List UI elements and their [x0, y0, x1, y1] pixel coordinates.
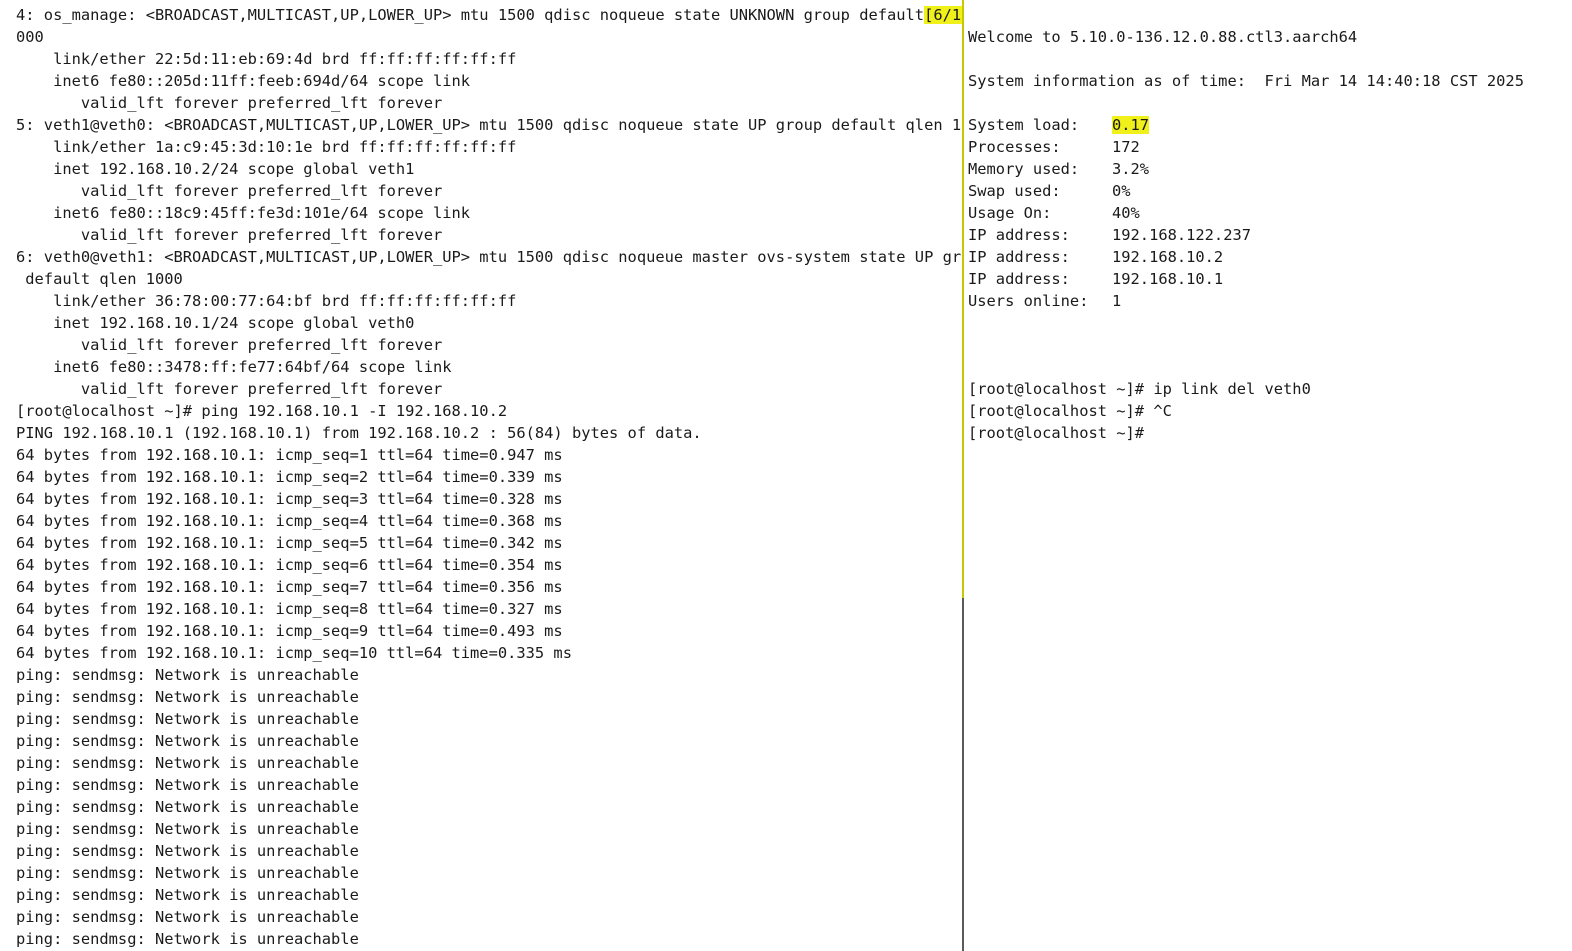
terminal-line: 64 bytes from 192.168.10.1: icmp_seq=2 t…: [16, 468, 563, 486]
blank-line: [968, 48, 1524, 70]
stat-value: 192.168.122.237: [1112, 226, 1251, 244]
terminal-line: 6: veth0@veth1: <BROADCAST,MULTICAST,UP,…: [16, 248, 962, 266]
terminal-line: 64 bytes from 192.168.10.1: icmp_seq=5 t…: [16, 534, 563, 552]
terminal-line: ping: sendmsg: Network is unreachable: [16, 732, 359, 750]
terminal-line: ping: sendmsg: Network is unreachable: [16, 710, 359, 728]
stat-value: 172: [1112, 138, 1140, 156]
terminal-line: valid_lft forever preferred_lft forever: [16, 380, 443, 398]
terminal-line: inet6 fe80::205d:11ff:feeb:694d/64 scope…: [16, 72, 471, 90]
system-info-time: System information as of time: Fri Mar 1…: [968, 72, 1524, 90]
terminal-line: ping: sendmsg: Network is unreachable: [16, 754, 359, 772]
stat-value: 40%: [1112, 204, 1140, 222]
command-line: [root@localhost ~]#: [968, 424, 1145, 442]
stat-row: IP address: 192.168.122.237: [968, 224, 1524, 246]
system-stats: System load: 0.17 Processes: 172 Memory used…: [968, 114, 1524, 312]
stat-value: 192.168.10.1: [1112, 270, 1224, 288]
command-history: [root@localhost ~]# ip link del veth0 [ro…: [968, 378, 1524, 444]
terminal-line: ping: sendmsg: Network is unreachable: [16, 886, 359, 904]
terminal-line: default qlen 1000: [16, 270, 183, 288]
left-terminal-output: 4: os_manage: <BROADCAST,MULTICAST,UP,LO…: [16, 4, 962, 950]
right-terminal-output: Welcome to 5.10.0-136.12.0.88.ctl3.aarch…: [968, 4, 1524, 444]
terminal-line: ping: sendmsg: Network is unreachable: [16, 908, 359, 926]
blank-line: [968, 356, 1524, 378]
stat-row: Processes: 172: [968, 136, 1524, 158]
terminal-line: 64 bytes from 192.168.10.1: icmp_seq=7 t…: [16, 578, 563, 596]
blank-line: [968, 4, 1524, 26]
blank-line: [968, 92, 1524, 114]
blank-line: [968, 334, 1524, 356]
terminal-line: inet 192.168.10.2/24 scope global veth1: [16, 160, 415, 178]
terminal-line: ping: sendmsg: Network is unreachable: [16, 864, 359, 882]
terminal-line: inet6 fe80::3478:ff:fe77:64bf/64 scope l…: [16, 358, 452, 376]
right-terminal-pane[interactable]: Welcome to 5.10.0-136.12.0.88.ctl3.aarch…: [965, 0, 1572, 951]
stat-label: Processes:: [968, 138, 1061, 156]
terminal-line: inet6 fe80::18c9:45ff:fe3d:101e/64 scope…: [16, 204, 471, 222]
command-line: [root@localhost ~]# ^C: [968, 402, 1172, 420]
stat-label: Usage On:: [968, 204, 1052, 222]
terminal-line: valid_lft forever preferred_lft forever: [16, 94, 443, 112]
stat-row: Users online: 1: [968, 290, 1524, 312]
terminal-line: PING 192.168.10.1 (192.168.10.1) from 19…: [16, 424, 702, 442]
stat-label: IP address:: [968, 270, 1070, 288]
pane-divider[interactable]: [962, 598, 964, 951]
terminal-line: inet 192.168.10.1/24 scope global veth0: [16, 314, 415, 332]
terminal-line: 64 bytes from 192.168.10.1: icmp_seq=10 …: [16, 644, 572, 662]
stat-row: IP address: 192.168.10.2: [968, 246, 1524, 268]
terminal-line: ping: sendmsg: Network is unreachable: [16, 666, 359, 684]
terminal-line: [root@localhost ~]# ping 192.168.10.1 -I…: [16, 402, 508, 420]
terminal-line: 4: os_manage: <BROADCAST,MULTICAST,UP,LO…: [16, 4, 962, 26]
stat-label: Users online:: [968, 292, 1089, 310]
command-line: [root@localhost ~]# ip link del veth0: [968, 380, 1311, 398]
terminal-line: ping: sendmsg: Network is unreachable: [16, 798, 359, 816]
stat-label: Memory used:: [968, 160, 1080, 178]
terminal-line: link/ether 1a:c9:45:3d:10:1e brd ff:ff:f…: [16, 138, 517, 156]
stat-label: IP address:: [968, 248, 1070, 266]
terminal-line: ping: sendmsg: Network is unreachable: [16, 930, 359, 948]
terminal-line: 64 bytes from 192.168.10.1: icmp_seq=1 t…: [16, 446, 563, 464]
stat-value: 0.17: [1112, 116, 1150, 134]
stat-value: 192.168.10.2: [1112, 248, 1224, 266]
stat-row: System load: 0.17: [968, 114, 1524, 136]
stat-row: Usage On: 40%: [968, 202, 1524, 224]
terminal-line: ping: sendmsg: Network is unreachable: [16, 776, 359, 794]
welcome-message: Welcome to 5.10.0-136.12.0.88.ctl3.aarch…: [968, 28, 1358, 46]
terminal-line: ping: sendmsg: Network is unreachable: [16, 842, 359, 860]
stat-row: Memory used: 3.2%: [968, 158, 1524, 180]
pager-indicator: [6/165]: [924, 6, 962, 24]
terminal-line: link/ether 22:5d:11:eb:69:4d brd ff:ff:f…: [16, 50, 517, 68]
stat-label: Swap used:: [968, 182, 1061, 200]
terminal-line: 64 bytes from 192.168.10.1: icmp_seq=9 t…: [16, 622, 563, 640]
terminal-line: ping: sendmsg: Network is unreachable: [16, 688, 359, 706]
stat-row: Swap used: 0%: [968, 180, 1524, 202]
terminal-line: valid_lft forever preferred_lft forever: [16, 336, 443, 354]
terminal-line: link/ether 36:78:00:77:64:bf brd ff:ff:f…: [16, 292, 517, 310]
terminal-line: valid_lft forever preferred_lft forever: [16, 226, 443, 244]
stat-label: System load:: [968, 116, 1080, 134]
stat-label: IP address:: [968, 226, 1070, 244]
terminal-line: ping: sendmsg: Network is unreachable: [16, 820, 359, 838]
terminal-line: 000: [16, 28, 44, 46]
stat-value: 3.2%: [1112, 160, 1150, 178]
stat-row: IP address: 192.168.10.1: [968, 268, 1524, 290]
terminal-line: valid_lft forever preferred_lft forever: [16, 182, 443, 200]
terminal-line: 5: veth1@veth0: <BROADCAST,MULTICAST,UP,…: [16, 116, 962, 134]
stat-value: 1: [1112, 292, 1122, 310]
stat-value: 0%: [1112, 182, 1131, 200]
terminal-line: 64 bytes from 192.168.10.1: icmp_seq=6 t…: [16, 556, 563, 574]
pane-divider-active[interactable]: [962, 0, 964, 598]
blank-line: [968, 312, 1524, 334]
terminal-line-text: 4: os_manage: <BROADCAST,MULTICAST,UP,LO…: [16, 6, 925, 24]
terminal-line: 64 bytes from 192.168.10.1: icmp_seq=8 t…: [16, 600, 563, 618]
terminal-line: 64 bytes from 192.168.10.1: icmp_seq=4 t…: [16, 512, 563, 530]
terminal-line: 64 bytes from 192.168.10.1: icmp_seq=3 t…: [16, 490, 563, 508]
left-terminal-pane[interactable]: 4: os_manage: <BROADCAST,MULTICAST,UP,LO…: [0, 0, 962, 951]
